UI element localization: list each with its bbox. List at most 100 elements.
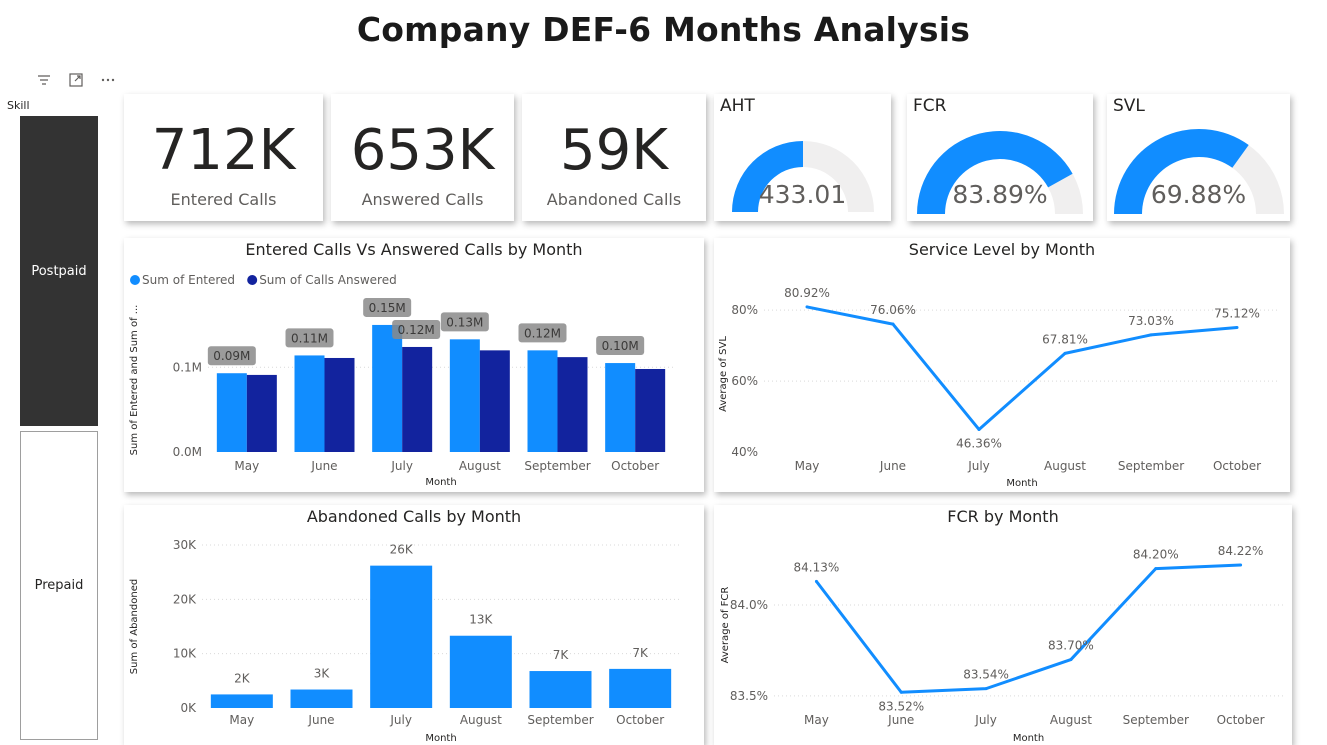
data-label: 7K	[632, 646, 649, 660]
x-tick-label: October	[1213, 459, 1261, 473]
data-point	[1069, 658, 1073, 662]
data-label: 83.54%	[963, 668, 1009, 682]
x-tick-label: September	[527, 713, 593, 727]
gauge-card-svl[interactable]: SVL 69.88%	[1107, 94, 1290, 221]
chart-card-fcr[interactable]: FCR by Month 83.5% 84.0% May June July August…	[714, 505, 1292, 745]
x-tick-label: May	[804, 713, 829, 727]
bar	[290, 689, 353, 708]
data-point	[1154, 567, 1158, 571]
data-label: 3K	[314, 667, 331, 681]
x-axis-title: Month	[1013, 733, 1044, 744]
kpi-label: Entered Calls	[170, 190, 277, 209]
data-label: 2K	[234, 671, 251, 685]
y-tick-label: 40%	[731, 445, 758, 459]
y-tick-label: 0K	[180, 701, 197, 715]
data-label: 0.09M	[213, 349, 250, 363]
slicer-tile-prepaid[interactable]: Prepaid	[20, 431, 98, 740]
kpi-card-abandoned-calls[interactable]: 59K Abandoned Calls	[522, 94, 706, 221]
gauge-value: 83.89%	[952, 180, 1048, 209]
slicer-tile-label: Postpaid	[31, 263, 87, 279]
x-tick-label: September	[524, 459, 590, 473]
slicer-header-tools	[36, 72, 126, 90]
bar	[449, 339, 480, 452]
data-point	[1239, 563, 1243, 567]
focus-mode-icon[interactable]	[68, 72, 84, 88]
slicer-tile-postpaid[interactable]: Postpaid	[20, 116, 98, 426]
y-tick-label: 30K	[173, 538, 197, 552]
slicer-tile-label: Prepaid	[34, 578, 84, 593]
data-label: 0.12M	[398, 323, 435, 337]
bar	[529, 671, 592, 708]
x-tick-label: May	[234, 459, 259, 473]
data-label: 80.92%	[784, 286, 830, 300]
gauge-card-aht[interactable]: AHT 433.01	[714, 94, 891, 221]
data-point	[899, 690, 903, 694]
data-label: 73.03%	[1128, 314, 1174, 328]
kpi-value: 712K	[151, 118, 296, 183]
chart-card-entered-vs-answered[interactable]: Entered Calls Vs Answered Calls by Month…	[124, 238, 704, 492]
kpi-label: Answered Calls	[361, 190, 484, 209]
x-tick-label: July	[974, 713, 997, 727]
x-axis-title: Month	[1006, 478, 1037, 489]
filter-icon[interactable]	[36, 72, 52, 88]
x-tick-label: July	[389, 713, 412, 727]
y-axis-title: Sum of Entered and Sum of ...	[129, 305, 140, 456]
data-label: 46.36%	[956, 436, 1002, 450]
bar	[609, 668, 672, 708]
y-tick-label: 83.5%	[730, 689, 768, 703]
kpi-value: 59K	[560, 118, 668, 183]
x-tick-label: September	[1118, 459, 1184, 473]
y-tick-label: 10K	[173, 647, 197, 661]
legend-marker	[130, 275, 140, 285]
data-point	[814, 579, 818, 583]
kpi-card-answered-calls[interactable]: 653K Answered Calls	[331, 94, 514, 221]
bar	[449, 635, 512, 708]
bar	[294, 355, 325, 452]
y-tick-label: 0.0M	[173, 445, 202, 459]
x-tick-label: July	[390, 459, 413, 473]
data-label: 26K	[390, 543, 414, 557]
more-options-icon[interactable]	[100, 72, 116, 88]
bar	[605, 363, 636, 452]
bar	[324, 357, 355, 452]
gauge-card-fcr[interactable]: FCR 83.89%	[907, 94, 1093, 221]
bar	[479, 350, 510, 452]
legend-label: Sum of Calls Answered	[259, 273, 397, 287]
kpi-card-entered-calls[interactable]: 712K Entered Calls	[124, 94, 323, 221]
x-tick-label: October	[616, 713, 664, 727]
x-tick-label: October	[611, 459, 659, 473]
y-tick-label: 80%	[731, 303, 758, 317]
x-axis-title: Month	[425, 733, 456, 744]
data-label: 75.12%	[1214, 306, 1260, 320]
x-tick-label: September	[1123, 713, 1189, 727]
chart-card-service-level[interactable]: Service Level by Month 40% 60% 80% May June J…	[714, 238, 1290, 492]
bar	[372, 324, 403, 452]
kpi-label: Abandoned Calls	[546, 190, 682, 209]
data-point	[977, 427, 981, 431]
chart-card-abandoned-calls[interactable]: Abandoned Calls by Month 0K 10K 20K 30K May J…	[124, 505, 704, 745]
x-tick-label: June	[307, 713, 334, 727]
fcr-chart: 83.5% 84.0% May June July August September Octo…	[720, 544, 1283, 744]
x-tick-label: June	[887, 713, 914, 727]
x-axis-title: Month	[425, 477, 456, 488]
data-point	[1063, 351, 1067, 355]
x-tick-label: August	[459, 459, 501, 473]
x-tick-label: August	[460, 713, 502, 727]
x-tick-label: May	[795, 459, 820, 473]
y-tick-label: 84.0%	[730, 598, 768, 612]
data-label: 84.22%	[1218, 544, 1264, 558]
gauge-value: 69.88%	[1150, 180, 1247, 209]
y-axis-title: Average of FCR	[720, 587, 731, 664]
x-tick-label: July	[967, 459, 990, 473]
slicer-title: Skill	[7, 99, 30, 112]
data-label: 83.52%	[878, 699, 924, 713]
data-point	[984, 687, 988, 691]
x-tick-label: May	[229, 713, 254, 727]
data-label: 76.06%	[870, 303, 916, 317]
data-point	[1149, 333, 1153, 337]
legend-label: Sum of Entered	[142, 273, 235, 287]
page-title: Company DEF-6 Months Analysis	[356, 10, 971, 49]
bar	[210, 694, 273, 708]
x-tick-label: June	[310, 459, 337, 473]
y-tick-label: 20K	[173, 592, 197, 606]
